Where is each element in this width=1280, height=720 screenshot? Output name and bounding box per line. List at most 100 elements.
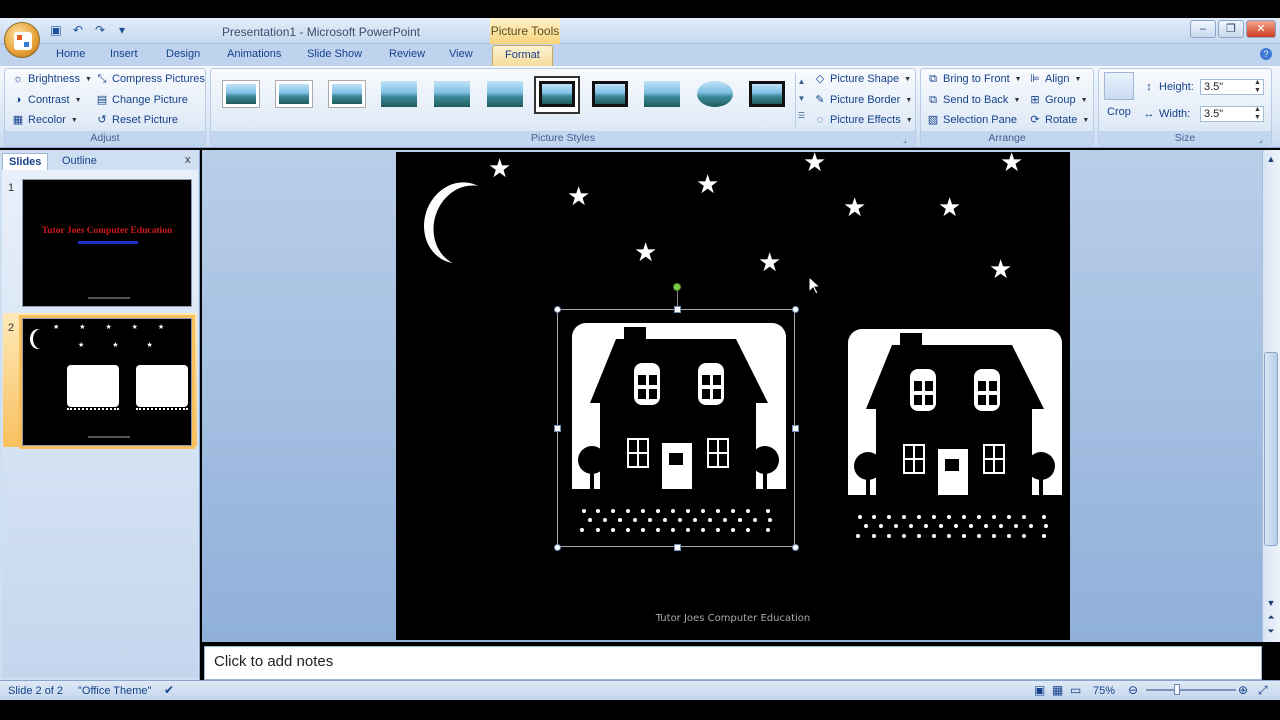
zoom-out-icon[interactable]: ⊖ [1128,683,1138,697]
thumb-stars-2: ★ ★ ★ [78,342,166,349]
brightness-button[interactable]: ☼ Brightness ▼ [12,73,92,85]
picture-style-3[interactable] [326,78,368,112]
next-slide-icon[interactable]: ⏷ [1264,624,1278,638]
picture-style-7[interactable] [534,76,580,114]
picture-styles-launcher-icon[interactable]: ⌟ [903,135,907,144]
picture-style-9[interactable] [641,78,683,112]
help-icon[interactable]: ? [1260,48,1272,60]
slide-thumbnail-1[interactable]: Tutor Joes Computer Education [22,179,192,307]
picture-style-11[interactable] [746,78,788,112]
slide1-title: Tutor Joes Computer Education [41,226,173,236]
picture-style-4[interactable] [378,78,420,112]
contrast-button[interactable]: ◑ Contrast ▼ [12,94,82,106]
reset-picture-button[interactable]: ↺ Reset Picture [96,114,178,126]
tab-insert[interactable]: Insert [110,48,138,60]
change-picture-button[interactable]: ▤ Change Picture [96,94,188,106]
size-launcher-icon[interactable]: ⌟ [1259,135,1263,144]
resize-handle-se[interactable] [792,544,799,551]
bottom-letterbox [0,700,1280,720]
tab-review[interactable]: Review [389,48,425,60]
styles-gallery-scroll[interactable]: ▲ ▼ ☰ [795,73,807,127]
picture-style-5[interactable] [431,78,473,112]
bring-to-front-button[interactable]: ⧉ Bring to Front ▼ [927,73,1022,85]
resize-handle-e[interactable] [792,425,799,432]
customize-qat-icon[interactable]: ▾ [114,22,130,38]
picture-border-button[interactable]: ✎ Picture Border ▼ [814,94,912,106]
crop-button[interactable]: Crop [1107,106,1131,118]
maximize-button[interactable]: ❐ [1218,20,1244,38]
picture-effects-button[interactable]: ◌ Picture Effects ▼ [814,114,913,126]
minimize-button[interactable]: – [1190,20,1216,38]
normal-view-icon[interactable]: ▣ [1034,683,1045,697]
window-title: Presentation1 - Microsoft PowerPoint [222,25,421,39]
tab-slides[interactable]: Slides [2,153,49,170]
tab-animations[interactable]: Animations [227,48,281,60]
office-button[interactable] [4,22,40,58]
zoom-slider-thumb[interactable] [1174,684,1180,695]
resize-handle-w[interactable] [554,425,561,432]
tab-slide-show[interactable]: Slide Show [307,48,362,60]
tab-format[interactable]: Format [492,45,553,66]
close-button[interactable]: ✕ [1246,20,1276,38]
send-to-back-button[interactable]: ⧉ Send to Back ▼ [927,94,1020,106]
picture-style-8[interactable] [589,78,631,112]
resize-handle-sw[interactable] [554,544,561,551]
compress-pictures-button[interactable]: ⤡ Compress Pictures [96,73,205,85]
star[interactable]: ★ [803,152,826,175]
rotate-button[interactable]: ⟳ Rotate ▼ [1029,114,1089,126]
tab-view[interactable]: View [449,48,473,60]
slide2-footer-line [88,436,130,438]
star[interactable]: ★ [989,256,1012,282]
star[interactable]: ★ [1000,152,1023,175]
width-spinner[interactable]: ▲ ▼ [1254,106,1261,122]
tab-design[interactable]: Design [166,48,200,60]
undo-icon[interactable]: ↶ [70,22,86,38]
star[interactable]: ★ [634,239,657,265]
resize-handle-s[interactable] [674,544,681,551]
picture-style-6[interactable] [484,78,526,112]
group-button[interactable]: ⊞ Group ▼ [1029,94,1087,106]
star[interactable]: ★ [758,249,781,275]
star[interactable]: ★ [696,171,719,197]
zoom-slider-track[interactable] [1146,689,1236,691]
scroll-up-icon[interactable]: ▲ [1264,152,1278,166]
recolor-button[interactable]: ▦ Recolor ▼ [12,114,78,126]
resize-handle-nw[interactable] [554,306,561,313]
slide-show-view-icon[interactable]: ▭ [1070,683,1081,697]
resize-handle-n[interactable] [674,306,681,313]
tab-home[interactable]: Home [56,48,85,60]
slide-thumbnail-2[interactable]: ★ ★ ★ ★ ★ ★ ★ ★ [22,318,192,446]
star[interactable]: ★ [488,155,511,181]
quick-access-toolbar: ▣ ↶ ↷ ▾ [48,22,130,38]
picture-shape-button[interactable]: ◇ Picture Shape ▼ [814,73,911,85]
selection-pane-button[interactable]: ▧ Selection Pane [927,114,1017,126]
picture-style-1[interactable] [220,78,262,112]
star[interactable]: ★ [938,194,961,220]
house-picture-2[interactable] [848,329,1062,559]
notes-pane[interactable]: Click to add notes [204,646,1262,680]
previous-slide-icon[interactable]: ⏶ [1264,610,1278,624]
slide-footer: Tutor Joes Computer Education [655,613,811,624]
theme-name[interactable]: "Office Theme" [78,685,151,697]
star[interactable]: ★ [567,183,590,209]
height-spinner[interactable]: ▲ ▼ [1254,79,1261,95]
align-button[interactable]: ⊫ Align ▼ [1029,73,1081,85]
picture-style-2[interactable] [273,78,315,112]
star[interactable]: ★ [843,194,866,220]
slide-sorter-icon[interactable]: ▦ [1052,683,1063,697]
tab-outline[interactable]: Outline [56,153,103,170]
picture-style-10[interactable] [694,78,736,112]
close-pane-icon[interactable]: x [185,154,191,166]
slide1-subtitle-line [78,241,138,244]
save-icon[interactable]: ▣ [48,22,64,38]
spell-check-icon[interactable]: ✔ [164,683,174,697]
fit-to-window-icon[interactable]: ⤢ [1258,683,1268,698]
zoom-in-icon[interactable]: ⊕ [1238,683,1248,697]
rotation-handle[interactable] [673,283,681,291]
resize-handle-ne[interactable] [792,306,799,313]
moon-shape[interactable] [423,176,517,276]
scroll-thumb[interactable] [1264,352,1278,546]
zoom-level[interactable]: 75% [1093,685,1115,697]
scroll-down-icon[interactable]: ▼ [1264,596,1278,610]
redo-icon[interactable]: ↷ [92,22,108,38]
